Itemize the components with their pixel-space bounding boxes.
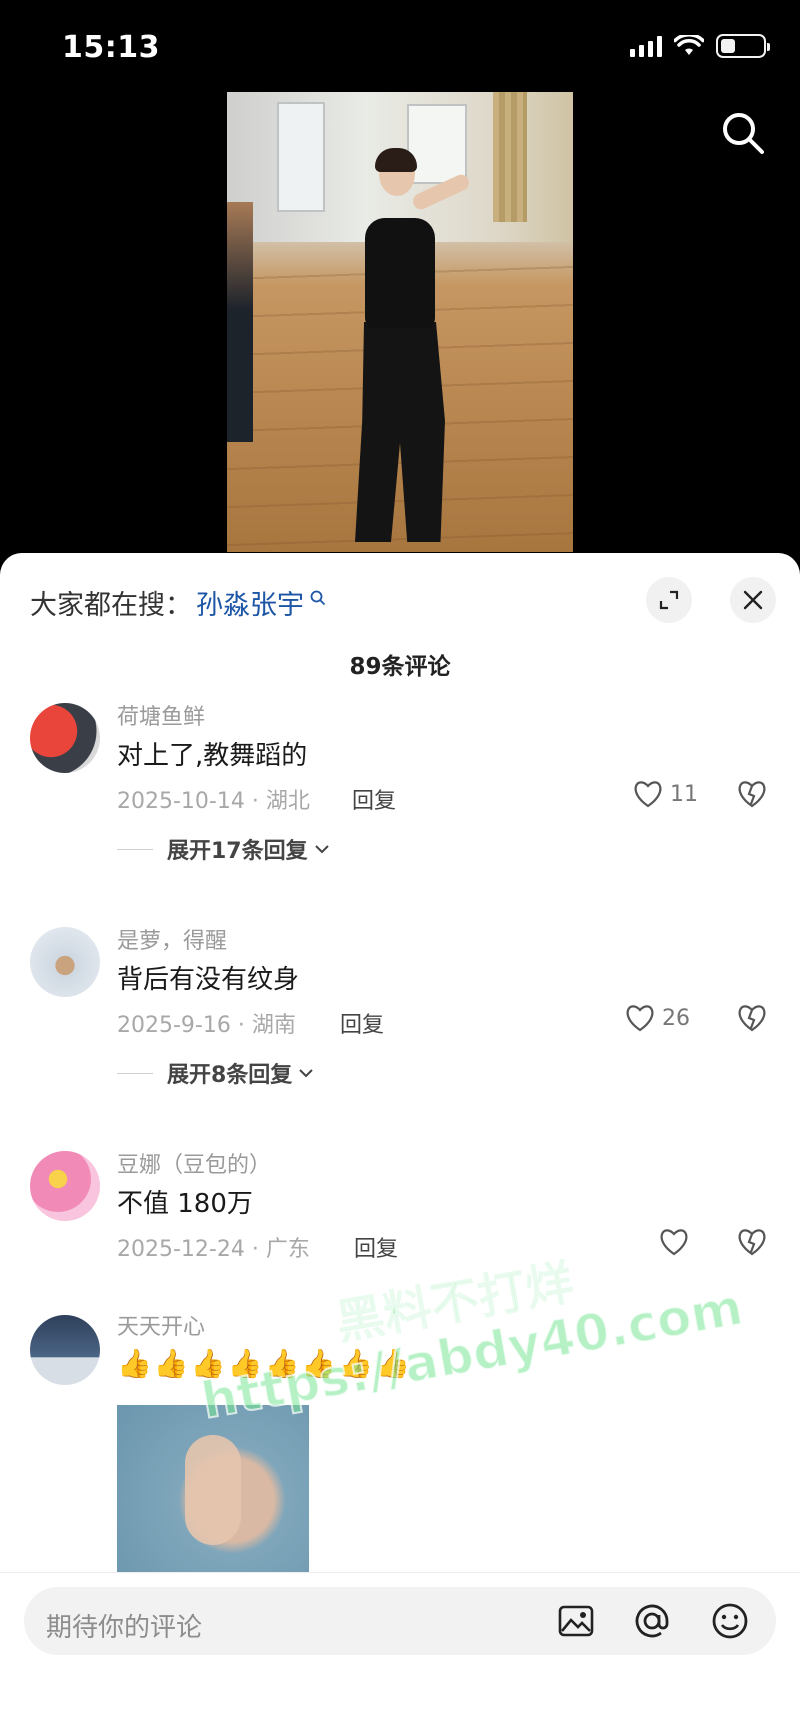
comment-input-placeholder: 期待你的评论 [46, 1613, 203, 1643]
emoji-icon[interactable] [710, 1601, 750, 1641]
heart-icon [634, 781, 662, 808]
like-button[interactable] [658, 1227, 690, 1257]
comment-count: 89条评论 [349, 654, 451, 680]
comment-username[interactable]: 豆娜（豆包的） [117, 1147, 271, 1179]
close-button[interactable] [730, 577, 776, 623]
comment-text: 背后有没有纹身 [117, 965, 300, 995]
heart-icon [626, 1005, 654, 1032]
status-time: 15:13 [62, 30, 160, 65]
battery-icon [716, 34, 770, 58]
app-screen: 15:13 大家都在搜： 孙淼张宇 89条评论 荷塘鱼鲜 对上了,教舞蹈的 20… [0, 0, 800, 1731]
avatar[interactable] [30, 927, 100, 997]
dislike-heart-icon[interactable] [736, 779, 768, 809]
heart-icon [660, 1229, 688, 1256]
mention-icon[interactable] [632, 1601, 672, 1641]
signal-icon [630, 35, 662, 57]
video-player[interactable] [227, 92, 573, 552]
image-icon[interactable] [556, 1601, 596, 1641]
status-icons [630, 34, 770, 58]
like-count: 11 [670, 781, 698, 807]
reply-button[interactable]: 回复 [354, 1231, 398, 1263]
dislike-heart-icon[interactable] [736, 1227, 768, 1257]
chevron-down-icon [314, 845, 329, 854]
expand-replies-label: 展开8条回复 [167, 1063, 293, 1088]
search-suggestion-prefix: 大家都在搜： [30, 590, 192, 621]
comment-username[interactable]: 是萝，得醒 [117, 923, 227, 955]
reply-button[interactable]: 回复 [340, 1007, 384, 1039]
avatar[interactable] [30, 703, 100, 773]
comment-input-bar: 期待你的评论 [0, 1572, 800, 1731]
like-button[interactable]: 11 [632, 779, 698, 809]
comment-date-location: 2025-12-24 · 广东 [117, 1237, 310, 1262]
comment-text: 不值 180万 [117, 1189, 253, 1219]
search-suggestion-term[interactable]: 孙淼张宇 [196, 583, 304, 622]
comment-sheet: 大家都在搜： 孙淼张宇 89条评论 荷塘鱼鲜 对上了,教舞蹈的 2025-10-… [0, 553, 800, 1731]
like-count: 26 [662, 1005, 690, 1031]
comment-username[interactable]: 天天开心 [117, 1309, 205, 1341]
comment-text: 对上了,教舞蹈的 [117, 741, 308, 771]
wifi-icon [674, 35, 704, 55]
comment-username[interactable]: 荷塘鱼鲜 [117, 699, 205, 731]
comment-image[interactable] [117, 1405, 309, 1595]
search-icon [310, 590, 326, 605]
like-button[interactable]: 26 [624, 1003, 690, 1033]
expand-replies[interactable]: 展开17条回复 [117, 833, 330, 865]
expand-button[interactable] [646, 577, 692, 623]
reply-button[interactable]: 回复 [352, 783, 396, 815]
dancer-figure [345, 148, 472, 552]
expand-replies[interactable]: 展开8条回复 [117, 1057, 314, 1089]
avatar[interactable] [30, 1151, 100, 1221]
expand-replies-label: 展开17条回复 [167, 839, 308, 864]
dislike-heart-icon[interactable] [736, 1003, 768, 1033]
avatar[interactable] [30, 1315, 100, 1385]
close-icon [743, 590, 763, 610]
comment-date-location: 2025-10-14 · 湖北 [117, 789, 310, 814]
search-icon[interactable] [720, 110, 766, 156]
comment-date-location: 2025-9-16 · 湖南 [117, 1013, 296, 1038]
expand-icon [659, 590, 679, 610]
search-suggestion[interactable]: 大家都在搜： 孙淼张宇 [30, 583, 326, 622]
chevron-down-icon [299, 1069, 314, 1078]
